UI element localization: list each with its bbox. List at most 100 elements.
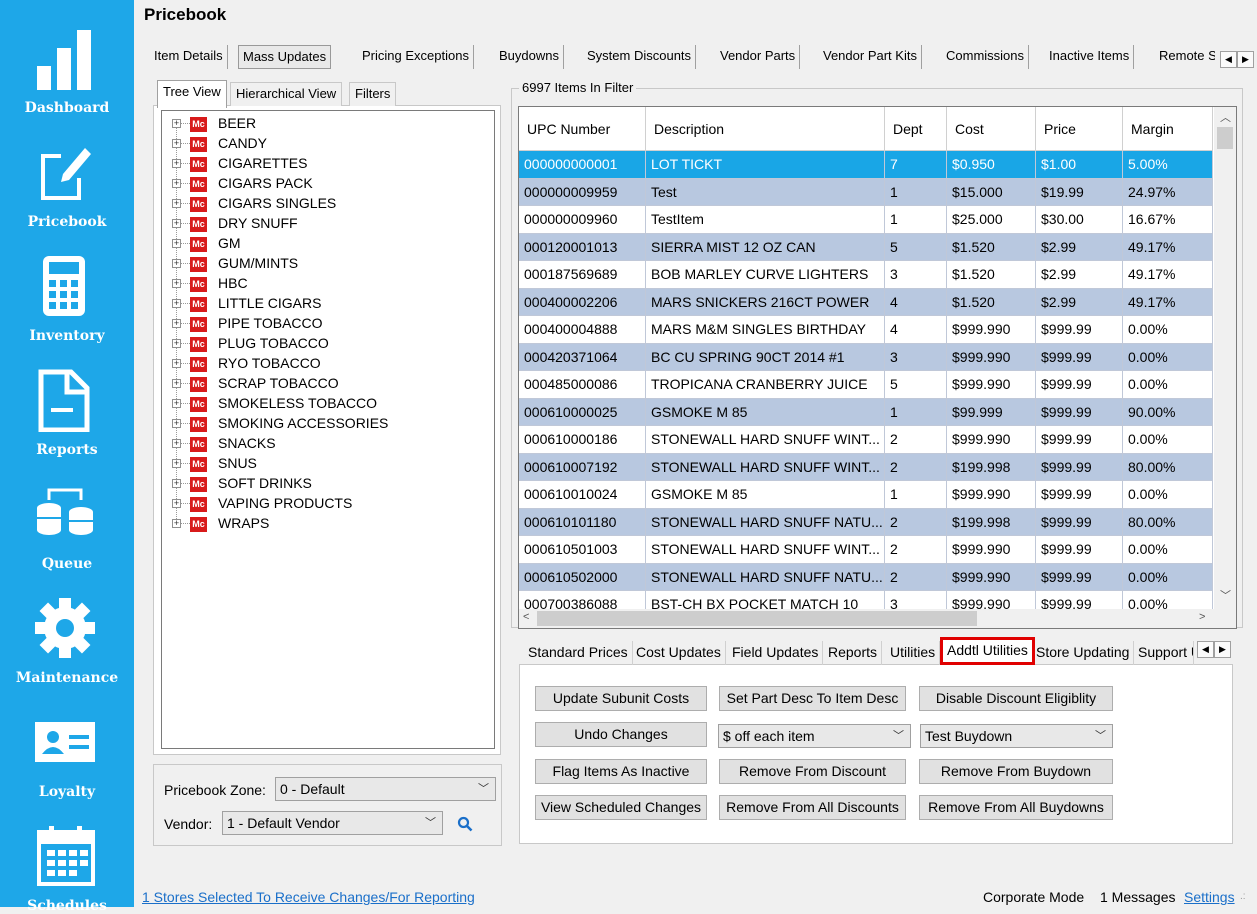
tab-remote[interactable]: Remote S: [1155, 45, 1215, 69]
tab-vendor-part-kits[interactable]: Vendor Part Kits: [819, 45, 922, 69]
expand-icon[interactable]: +: [172, 379, 181, 388]
remove-from-buydown-button[interactable]: Remove From Buydown: [919, 759, 1113, 784]
messages-label[interactable]: 1 Messages: [1100, 889, 1175, 905]
tree-item[interactable]: + Mc WRAPS: [172, 514, 482, 534]
settings-link[interactable]: Settings: [1184, 889, 1235, 905]
column-header-dept[interactable]: Dept: [885, 107, 947, 151]
tab-utilities[interactable]: Utilities: [886, 641, 941, 665]
expand-icon[interactable]: +: [172, 459, 181, 468]
sidebar-item-dashboard[interactable]: Dashboard: [0, 20, 134, 130]
tree-item[interactable]: + Mc SNACKS: [172, 434, 482, 454]
tab-hierarchical-view[interactable]: Hierarchical View: [230, 82, 343, 106]
table-row[interactable]: 000187569689 BOB MARLEY CURVE LIGHTERS 3 $1…: [519, 261, 1213, 289]
expand-icon[interactable]: +: [172, 279, 181, 288]
disable-discount-eligibility-button[interactable]: Disable Discount Eligiblity: [919, 686, 1113, 711]
tab-scroll-left-button[interactable]: ◀: [1220, 51, 1237, 68]
pricebook-zone-select[interactable]: 0 - Default ﹀: [275, 777, 496, 801]
tree-item[interactable]: + Mc CIGARS PACK: [172, 174, 482, 194]
sidebar-item-queue[interactable]: Queue: [0, 476, 134, 586]
resize-grip-icon[interactable]: .:: [1240, 891, 1246, 902]
tab-pricing-exceptions[interactable]: Pricing Exceptions: [358, 45, 474, 69]
expand-icon[interactable]: +: [172, 499, 181, 508]
tree-item[interactable]: + Mc SNUS: [172, 454, 482, 474]
tab-item-details[interactable]: Item Details: [150, 45, 228, 69]
expand-icon[interactable]: +: [172, 239, 181, 248]
undo-changes-button[interactable]: Undo Changes: [535, 722, 707, 747]
expand-icon[interactable]: +: [172, 359, 181, 368]
tree-item[interactable]: + Mc LITTLE CIGARS: [172, 294, 482, 314]
discount-type-select[interactable]: $ off each item ﹀: [718, 724, 911, 748]
tree-item[interactable]: + Mc VAPING PRODUCTS: [172, 494, 482, 514]
expand-icon[interactable]: +: [172, 319, 181, 328]
tab-mass-updates[interactable]: Mass Updates: [238, 45, 332, 69]
set-part-desc-button[interactable]: Set Part Desc To Item Desc: [719, 686, 906, 711]
expand-icon[interactable]: +: [172, 299, 181, 308]
sidebar-item-pricebook[interactable]: Pricebook: [0, 134, 134, 244]
expand-icon[interactable]: +: [172, 219, 181, 228]
tree-item[interactable]: + Mc DRY SNUFF: [172, 214, 482, 234]
column-header-upc[interactable]: UPC Number: [519, 107, 646, 151]
grid-vertical-scrollbar[interactable]: ︿ ﹀: [1214, 107, 1236, 611]
search-icon[interactable]: [457, 816, 473, 832]
grid-horizontal-scroll-thumb[interactable]: [537, 611, 977, 626]
tab-standard-prices[interactable]: Standard Prices: [524, 641, 633, 665]
tab-field-updates[interactable]: Field Updates: [728, 641, 824, 665]
tree-item[interactable]: + Mc SMOKING ACCESSORIES: [172, 414, 482, 434]
column-header-price[interactable]: Price: [1036, 107, 1123, 151]
tree-item[interactable]: + Mc CANDY: [172, 134, 482, 154]
remove-from-discount-button[interactable]: Remove From Discount: [719, 759, 906, 784]
tab-inactive-items[interactable]: Inactive Items: [1045, 45, 1135, 69]
category-tree[interactable]: + Mc BEER + Mc CANDY + Mc CIGARETTES + Mc CIGARS PA…: [161, 110, 495, 749]
tree-item[interactable]: + Mc CIGARETTES: [172, 154, 482, 174]
grid-horizontal-scrollbar[interactable]: < >: [519, 609, 1236, 628]
column-header-description[interactable]: Description: [646, 107, 885, 151]
bottom-tab-scroll-right-button[interactable]: ▶: [1214, 641, 1231, 658]
table-row[interactable]: 000610501003 STONEWALL HARD SNUFF WINT...…: [519, 536, 1213, 564]
table-row[interactable]: 000000009959 Test 1 $15.000 $19.99 24.97%: [519, 178, 1213, 206]
scroll-up-icon[interactable]: ︿: [1220, 109, 1231, 125]
scroll-left-icon[interactable]: <: [523, 611, 529, 623]
items-grid[interactable]: UPC Number Description Dept Cost Price M…: [518, 106, 1237, 629]
expand-icon[interactable]: +: [172, 159, 181, 168]
tree-item[interactable]: + Mc SMOKELESS TOBACCO: [172, 394, 482, 414]
tab-tree-view[interactable]: Tree View: [157, 80, 227, 108]
tab-buydowns[interactable]: Buydowns: [495, 45, 564, 69]
expand-icon[interactable]: +: [172, 399, 181, 408]
expand-icon[interactable]: +: [172, 439, 181, 448]
tree-item[interactable]: + Mc CIGARS SINGLES: [172, 194, 482, 214]
tree-item[interactable]: + Mc HBC: [172, 274, 482, 294]
tab-system-discounts[interactable]: System Discounts: [583, 45, 697, 69]
table-row-selected[interactable]: 000000000001 LOT TICKT 7 $0.950 $1.00 5.00%: [519, 151, 1213, 179]
tab-cost-updates[interactable]: Cost Updates: [632, 641, 726, 665]
expand-icon[interactable]: +: [172, 479, 181, 488]
table-row[interactable]: 000420371064 BC CU SPRING 90CT 2014 #1 3 $9…: [519, 343, 1213, 371]
sidebar-item-loyalty[interactable]: Loyalty: [0, 704, 134, 814]
table-row[interactable]: 000610502000 STONEWALL HARD SNUFF NATU...…: [519, 563, 1213, 591]
sidebar-item-maintenance[interactable]: Maintenance: [0, 590, 134, 700]
expand-icon[interactable]: +: [172, 119, 181, 128]
stores-selected-link[interactable]: 1 Stores Selected To Receive Changes/For…: [142, 889, 475, 905]
bottom-tab-scroll-left-button[interactable]: ◀: [1197, 641, 1214, 658]
scroll-down-icon[interactable]: ﹀: [1220, 587, 1231, 603]
tab-store-updating[interactable]: Store Updating: [1032, 641, 1135, 665]
expand-icon[interactable]: +: [172, 199, 181, 208]
tree-item[interactable]: + Mc GUM/MINTS: [172, 254, 482, 274]
table-row[interactable]: 000000009960 TestItem 1 $25.000 $30.00 16.67%: [519, 206, 1213, 234]
update-subunit-costs-button[interactable]: Update Subunit Costs: [535, 686, 707, 711]
vendor-select[interactable]: 1 - Default Vendor ﹀: [222, 811, 443, 835]
table-row[interactable]: 000610010024 GSMOKE M 85 1 $999.990 $999.99 0…: [519, 481, 1213, 509]
tab-reports[interactable]: Reports: [824, 641, 883, 665]
tree-item[interactable]: + Mc RYO TOBACCO: [172, 354, 482, 374]
expand-icon[interactable]: +: [172, 139, 181, 148]
scroll-right-icon[interactable]: >: [1199, 611, 1205, 623]
sidebar-item-schedules[interactable]: Schedules: [0, 818, 134, 914]
tree-item[interactable]: + Mc PLUG TOBACCO: [172, 334, 482, 354]
column-header-margin[interactable]: Margin: [1123, 107, 1213, 151]
sidebar-item-reports[interactable]: Reports: [0, 362, 134, 472]
expand-icon[interactable]: +: [172, 259, 181, 268]
table-row[interactable]: 000400004888 MARS M&M SINGLES BIRTHDAY 4 $9…: [519, 316, 1213, 344]
buydown-select[interactable]: Test Buydown ﹀: [920, 724, 1113, 748]
expand-icon[interactable]: +: [172, 419, 181, 428]
table-row[interactable]: 000610000186 STONEWALL HARD SNUFF WINT...…: [519, 426, 1213, 454]
tab-scroll-right-button[interactable]: ▶: [1237, 51, 1254, 68]
